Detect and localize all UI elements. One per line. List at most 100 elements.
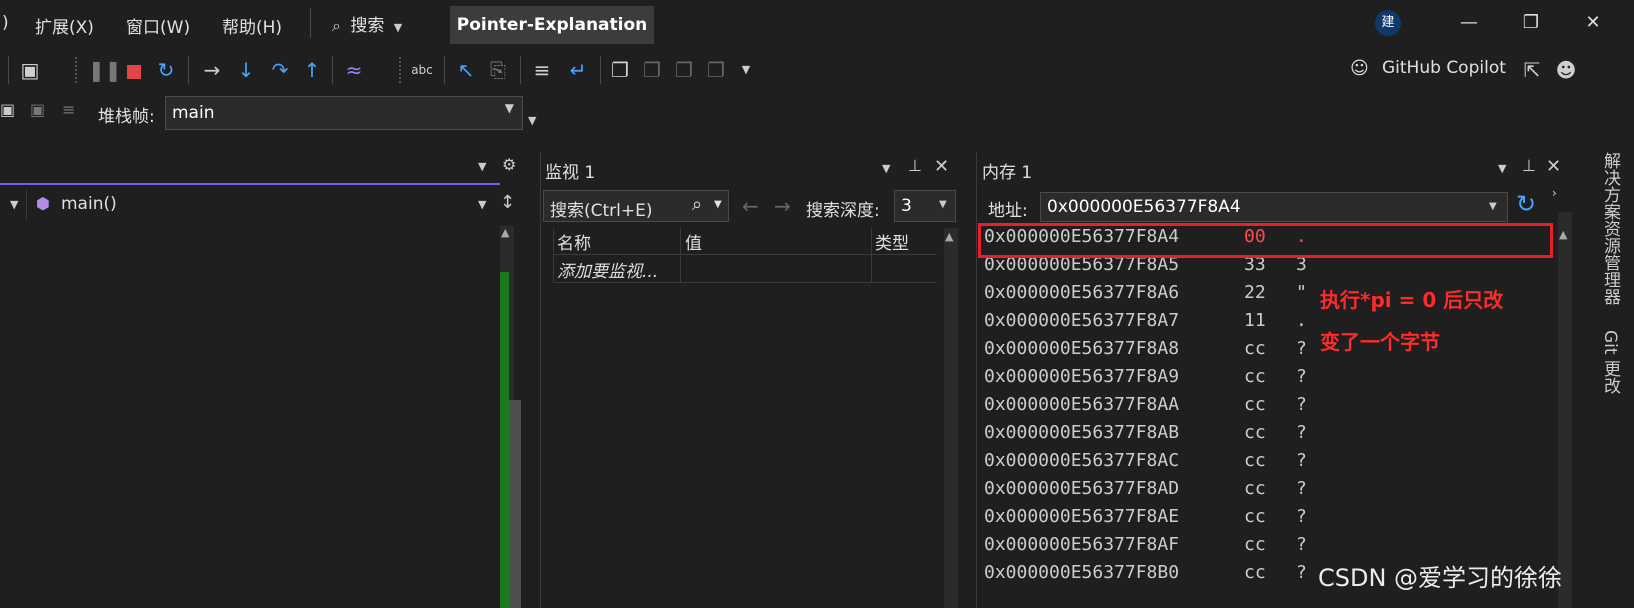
memory-hex-value[interactable]: cc [1244, 366, 1266, 387]
memory-row[interactable]: 0x000000E56377F8AA cc? [984, 394, 1404, 422]
layout-icon[interactable]: ▣ [18, 56, 42, 84]
flag-icon[interactable]: ≡ [62, 100, 75, 119]
bookmark-icon[interactable]: ❐ [608, 56, 632, 84]
wrap-icon[interactable]: ↵ [566, 56, 590, 84]
add-watch-placeholder[interactable]: 添加要监视... [557, 257, 658, 282]
memory-hex-value[interactable]: cc [1244, 422, 1266, 443]
memory-hex-value[interactable]: cc [1244, 562, 1266, 583]
memory-row[interactable]: 0x000000E56377F8AD cc? [984, 478, 1404, 506]
feedback-icon[interactable]: ☻ [1554, 56, 1578, 84]
memory-hex-value[interactable]: cc [1244, 478, 1266, 499]
refresh-icon[interactable]: ↻ [1516, 190, 1536, 218]
memory-hex-value[interactable]: cc [1244, 394, 1266, 415]
step-next-icon[interactable]: → [200, 56, 224, 84]
cursor-icon[interactable]: ↖ [454, 56, 478, 84]
pin-icon[interactable]: ⊥ [908, 156, 922, 175]
toolbar-grip[interactable] [398, 56, 402, 84]
memory-row[interactable]: 0x000000E56377F8AC cc? [984, 450, 1404, 478]
close-icon[interactable]: ✕ [934, 156, 949, 177]
memory-row[interactable]: 0x000000E56377F8A9 cc? [984, 366, 1404, 394]
memory-hex-value[interactable]: cc [1244, 534, 1266, 555]
scroll-up-icon[interactable]: ▲ [945, 230, 953, 243]
memory-hex-value[interactable]: 11 [1244, 310, 1266, 331]
chevron-right-icon[interactable]: › [1552, 186, 1557, 200]
memory-scrollbar[interactable] [1558, 212, 1572, 608]
step-over-icon[interactable]: ↷ [268, 56, 292, 84]
menu-item-window[interactable]: 窗口(W) [126, 13, 190, 38]
bookmark-clear-icon[interactable]: ❐ [704, 56, 728, 84]
menu-item-help[interactable]: 帮助(H) [222, 13, 282, 38]
restart-icon[interactable]: ↻ [154, 56, 178, 84]
column-value[interactable]: 值 [685, 229, 702, 254]
stackframe-value: main [172, 103, 215, 123]
search-depth-value: 3 [901, 196, 912, 216]
back-icon[interactable]: ← [742, 194, 759, 218]
chevron-down-icon[interactable]: ▼ [478, 198, 486, 211]
share-icon[interactable]: ⇱ [1520, 56, 1544, 84]
git-changes-tab[interactable]: Git 更改 [1598, 330, 1623, 394]
memory-row[interactable]: 0x000000E56377F8AE cc? [984, 506, 1404, 534]
watermark: CSDN @爱学习的徐徐 [1318, 564, 1563, 592]
copy-icon[interactable]: ⎘ [486, 56, 510, 84]
address-input[interactable]: 0x000000E56377F8A4 ▼ [1040, 192, 1508, 222]
memory-address: 0x000000E56377F8AC [984, 450, 1180, 471]
memory-hex-value[interactable]: cc [1244, 450, 1266, 471]
function-dropdown[interactable]: main() [61, 194, 117, 214]
scroll-up-icon[interactable]: ▲ [501, 226, 509, 239]
menu-item-extensions[interactable]: 扩展(X) [35, 13, 94, 38]
memory-address: 0x000000E56377F8A9 [984, 366, 1180, 387]
scroll-up-icon[interactable]: ▲ [1559, 228, 1567, 241]
watch-search-input[interactable]: 搜索(Ctrl+E) ⌕ ▼ [543, 190, 729, 222]
copilot-button[interactable]: GitHub Copilot [1382, 58, 1506, 78]
split-icon[interactable]: ↕ [500, 192, 515, 213]
bookmark-prev-icon[interactable]: ❐ [640, 56, 664, 84]
toolbar-overflow-icon[interactable]: ▼ [528, 114, 536, 127]
step-into-icon[interactable]: ↓ [234, 56, 258, 84]
chevron-down-icon[interactable]: ▼ [1498, 162, 1506, 175]
memory-row[interactable]: 0x000000E56377F8AB cc? [984, 422, 1404, 450]
restore-icon[interactable]: ❐ [1516, 10, 1546, 36]
memory-hex-value[interactable]: 22 [1244, 282, 1266, 303]
pin-icon[interactable]: ⊥ [1522, 156, 1536, 175]
column-name[interactable]: 名称 [557, 229, 591, 254]
step-out-icon[interactable]: ↑ [300, 56, 324, 84]
avatar[interactable]: 建 [1375, 10, 1401, 36]
toolbar-grip[interactable] [74, 56, 78, 84]
search-icon: ⌕ [332, 16, 341, 35]
editor-scroll-thumb[interactable] [509, 400, 521, 608]
hot-reload-icon[interactable]: ≈ [342, 56, 366, 84]
stackframe-dropdown[interactable]: main ▼ [165, 96, 523, 130]
chevron-down-icon[interactable]: ▼ [478, 160, 486, 173]
pause-icon[interactable]: ❚❚ [88, 56, 122, 84]
search-menu[interactable]: ⌕ 搜索 ▼ [332, 11, 402, 36]
bookmark-next-icon[interactable]: ❐ [672, 56, 696, 84]
watch-add-row[interactable]: 添加要监视... [553, 256, 937, 283]
chevron-down-icon: ▼ [504, 101, 514, 115]
close-icon[interactable]: ✕ [1578, 10, 1608, 36]
spellcheck-icon[interactable]: abc [410, 56, 434, 84]
memory-address: 0x000000E56377F8AD [984, 478, 1180, 499]
solution-explorer-tab[interactable]: 解决方案资源管理器 [1598, 152, 1623, 305]
minimize-icon[interactable]: — [1454, 10, 1484, 36]
stop-icon[interactable] [122, 56, 146, 84]
memory-text-value: ? [1296, 562, 1307, 583]
memory-hex-value[interactable]: cc [1244, 338, 1266, 359]
gear-icon[interactable]: ⚙ [502, 155, 516, 174]
toolbar-overflow-icon[interactable]: ▼ [734, 56, 758, 84]
search-depth-dropdown[interactable]: 3 ▼ [894, 190, 956, 222]
close-icon[interactable]: ✕ [1546, 156, 1561, 177]
process-icon[interactable]: ▣ [30, 100, 45, 119]
forward-icon[interactable]: → [774, 194, 791, 218]
stackframe-label: 堆栈帧: [98, 107, 155, 127]
chevron-down-icon[interactable]: ▼ [10, 198, 18, 211]
column-type[interactable]: 类型 [875, 229, 909, 254]
memory-row[interactable]: 0x000000E56377F8A5 33 3 [984, 254, 1404, 282]
outline-icon[interactable]: ≡ [530, 56, 554, 84]
search-depth-label: 搜索深度: [806, 201, 880, 221]
watch-scrollbar[interactable] [944, 228, 958, 608]
memory-hex-value[interactable]: cc [1244, 506, 1266, 527]
chevron-down-icon[interactable]: ▼ [882, 162, 890, 175]
threads-icon[interactable]: ▣ [0, 100, 15, 119]
menu-item-prev[interactable]: ) [2, 13, 9, 33]
memory-text-value: ? [1296, 422, 1307, 443]
